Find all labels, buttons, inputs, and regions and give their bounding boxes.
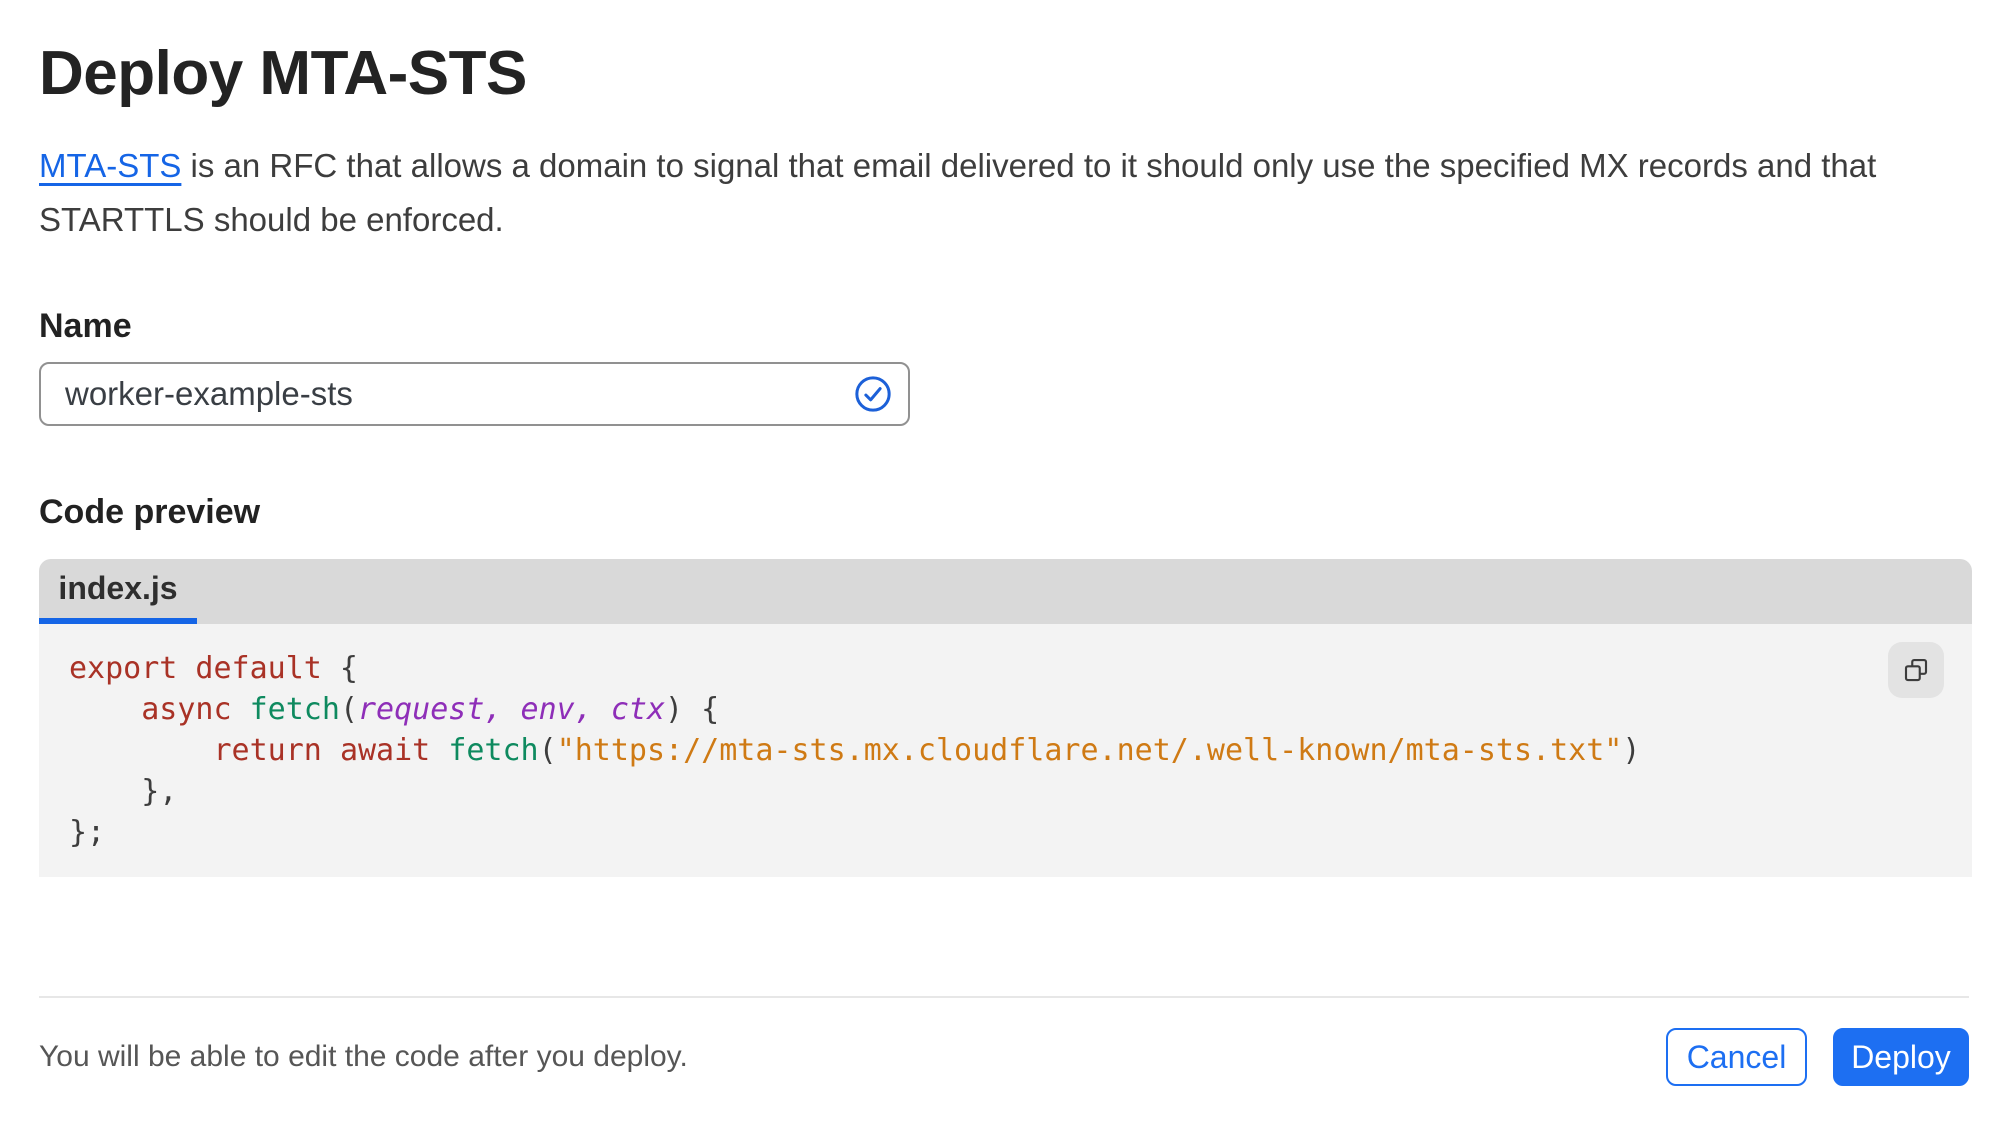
cancel-button[interactable]: Cancel xyxy=(1666,1028,1807,1086)
code-line: }; xyxy=(69,815,106,850)
name-input[interactable] xyxy=(39,362,910,426)
name-input-wrap xyxy=(39,362,910,426)
footer: You will be able to edit the code after … xyxy=(39,1028,1969,1086)
mta-sts-link[interactable]: MTA-STS xyxy=(39,147,181,184)
footer-divider xyxy=(39,996,1969,998)
code-lines: export default { async fetch(request, en… xyxy=(69,648,1972,853)
code-editor: export default { async fetch(request, en… xyxy=(39,624,1972,877)
deploy-mta-sts-page: Deploy MTA-STS MTA-STS is an RFC that al… xyxy=(0,38,1999,1138)
page-title: Deploy MTA-STS xyxy=(39,39,527,108)
code-preview-label: Code preview xyxy=(39,493,261,531)
page-description: MTA-STS is an RFC that allows a domain t… xyxy=(39,139,1924,247)
code-preview-card: index.js export default { async fetch(re… xyxy=(39,559,1972,877)
code-line: export default { xyxy=(69,651,358,686)
code-line: }, xyxy=(69,774,178,809)
code-line: async fetch(request, env, ctx) { xyxy=(141,692,720,727)
check-circle-icon xyxy=(855,376,891,412)
code-line: return await fetch("https://mta-sts.mx.c… xyxy=(213,733,1641,768)
copy-icon xyxy=(1904,658,1928,682)
footer-note: You will be able to edit the code after … xyxy=(39,1040,688,1073)
name-field-label: Name xyxy=(39,307,132,345)
page-description-text: is an RFC that allows a domain to signal… xyxy=(39,147,1877,238)
copy-code-button[interactable] xyxy=(1888,642,1944,698)
code-tab-bar: index.js xyxy=(39,559,1972,624)
tab-index-js[interactable]: index.js xyxy=(39,559,197,624)
footer-actions: Cancel Deploy xyxy=(1666,1028,1969,1086)
deploy-button[interactable]: Deploy xyxy=(1833,1028,1969,1086)
